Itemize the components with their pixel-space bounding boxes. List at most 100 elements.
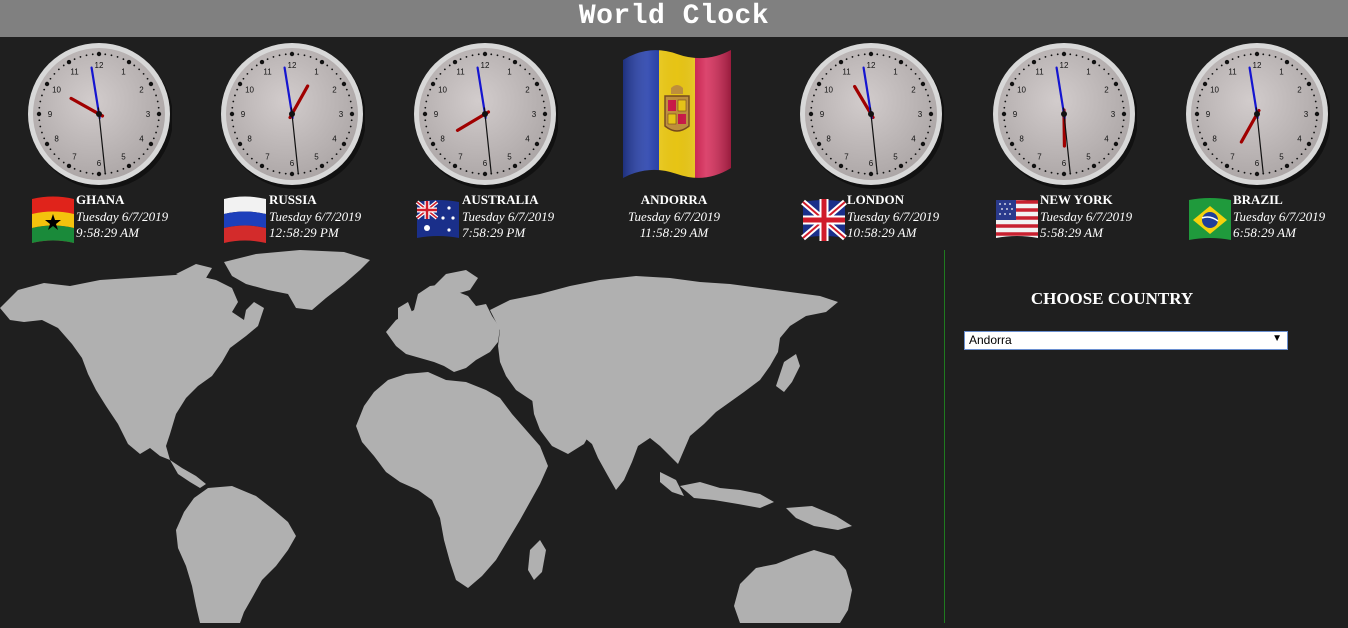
minute-marker (905, 162, 907, 164)
minute-marker (830, 69, 832, 71)
clock-number: 6 (290, 159, 295, 168)
usa-flag-icon (994, 194, 1040, 248)
minute-marker (86, 54, 88, 56)
clock-number: 10 (824, 86, 833, 95)
clock-number: 3 (532, 110, 537, 119)
minute-marker (822, 148, 824, 150)
clock-number: 3 (1111, 110, 1116, 119)
minute-marker (92, 53, 94, 55)
minute-marker (1051, 54, 1053, 56)
chevron-down-icon: ▼ (1272, 333, 1282, 344)
clock-new-york: 121234567891011 NEW YORK Tuesday 6/7/201… (965, 38, 1155, 250)
hour-marker (37, 112, 41, 116)
hour-marker (238, 82, 242, 86)
clock-number: 2 (139, 86, 144, 95)
hour-marker (127, 60, 131, 64)
minute-marker (1201, 89, 1203, 91)
hour-marker (1114, 82, 1118, 86)
minute-marker (427, 95, 429, 97)
minute-marker (883, 172, 885, 174)
clock-number: 4 (332, 135, 337, 144)
clock-number: 10 (52, 86, 61, 95)
clock-date: Tuesday 6/7/2019 (269, 209, 361, 226)
clock-number: 2 (332, 86, 337, 95)
minute-marker (1250, 173, 1252, 175)
minute-marker (316, 58, 318, 60)
minute-marker (348, 95, 350, 97)
country-select[interactable]: Andorra ▼ (964, 331, 1288, 350)
clock-center (868, 111, 874, 117)
minute-marker (251, 69, 253, 71)
minute-marker (279, 54, 281, 56)
minute-marker (813, 132, 815, 134)
clock-andorra: ANDORRA Tuesday 6/7/2019 11:58:29 AM (579, 38, 769, 250)
clock-name: LONDON (847, 192, 939, 209)
clock-number: 3 (339, 110, 344, 119)
clock-name: ANDORRA (609, 192, 739, 209)
hour-marker (1195, 112, 1199, 116)
clock-center (1061, 111, 1067, 117)
minute-marker (529, 73, 531, 75)
minute-marker (234, 132, 236, 134)
minute-marker (1122, 126, 1124, 128)
clock-number: 7 (72, 152, 77, 161)
minute-marker (425, 101, 427, 103)
minute-marker (1196, 119, 1198, 121)
minute-marker (1112, 78, 1114, 80)
hour-marker (543, 112, 547, 116)
minute-marker (919, 78, 921, 80)
hour-marker (67, 164, 71, 168)
minute-marker (1015, 78, 1017, 80)
hour-marker (453, 60, 457, 64)
minute-marker (929, 126, 931, 128)
hour-marker (869, 172, 873, 176)
minute-marker (63, 65, 65, 67)
minute-marker (1118, 138, 1120, 140)
clock-face-new-york: 121234567891011 (991, 38, 1137, 194)
hour-marker (921, 82, 925, 86)
minute-marker (1216, 158, 1218, 160)
minute-marker (247, 73, 249, 75)
minute-marker (50, 78, 52, 80)
minute-marker (1082, 56, 1084, 58)
clock-info-london: LONDON Tuesday 6/7/2019 10:58:29 AM (847, 192, 939, 242)
minute-marker (1221, 162, 1223, 164)
minute-marker (348, 132, 350, 134)
minute-marker (810, 119, 812, 121)
minute-marker (1082, 170, 1084, 172)
clock-face-brazil: 121234567891011 (1184, 38, 1330, 194)
minute-marker (539, 138, 541, 140)
minute-marker (846, 168, 848, 170)
minute-marker (822, 78, 824, 80)
page-title: World Clock (0, 0, 1348, 34)
clock-number: 1 (314, 68, 319, 77)
minute-marker (1199, 95, 1201, 97)
minute-marker (285, 173, 287, 175)
minute-marker (1015, 148, 1017, 150)
minute-marker (267, 58, 269, 60)
minute-marker (1232, 58, 1234, 60)
minute-marker (472, 172, 474, 174)
minute-marker (543, 126, 545, 128)
clock-number: 2 (525, 86, 530, 95)
clock-number: 12 (1060, 61, 1069, 70)
minute-marker (519, 65, 521, 67)
hour-marker (839, 164, 843, 168)
hour-marker (1285, 164, 1289, 168)
clock-number: 4 (1104, 135, 1109, 144)
hour-marker (1032, 60, 1036, 64)
clock-number: 8 (247, 135, 252, 144)
clock-number: 2 (911, 86, 916, 95)
hour-marker (127, 164, 131, 168)
minute-marker (247, 153, 249, 155)
minute-marker (267, 168, 269, 170)
hour-marker (1010, 82, 1014, 86)
hour-marker (1203, 82, 1207, 86)
minute-marker (1045, 56, 1047, 58)
minute-marker (539, 89, 541, 91)
minute-marker (123, 168, 125, 170)
minute-marker (497, 54, 499, 56)
minute-marker (852, 170, 854, 172)
minute-marker (1315, 126, 1317, 128)
minute-marker (251, 158, 253, 160)
